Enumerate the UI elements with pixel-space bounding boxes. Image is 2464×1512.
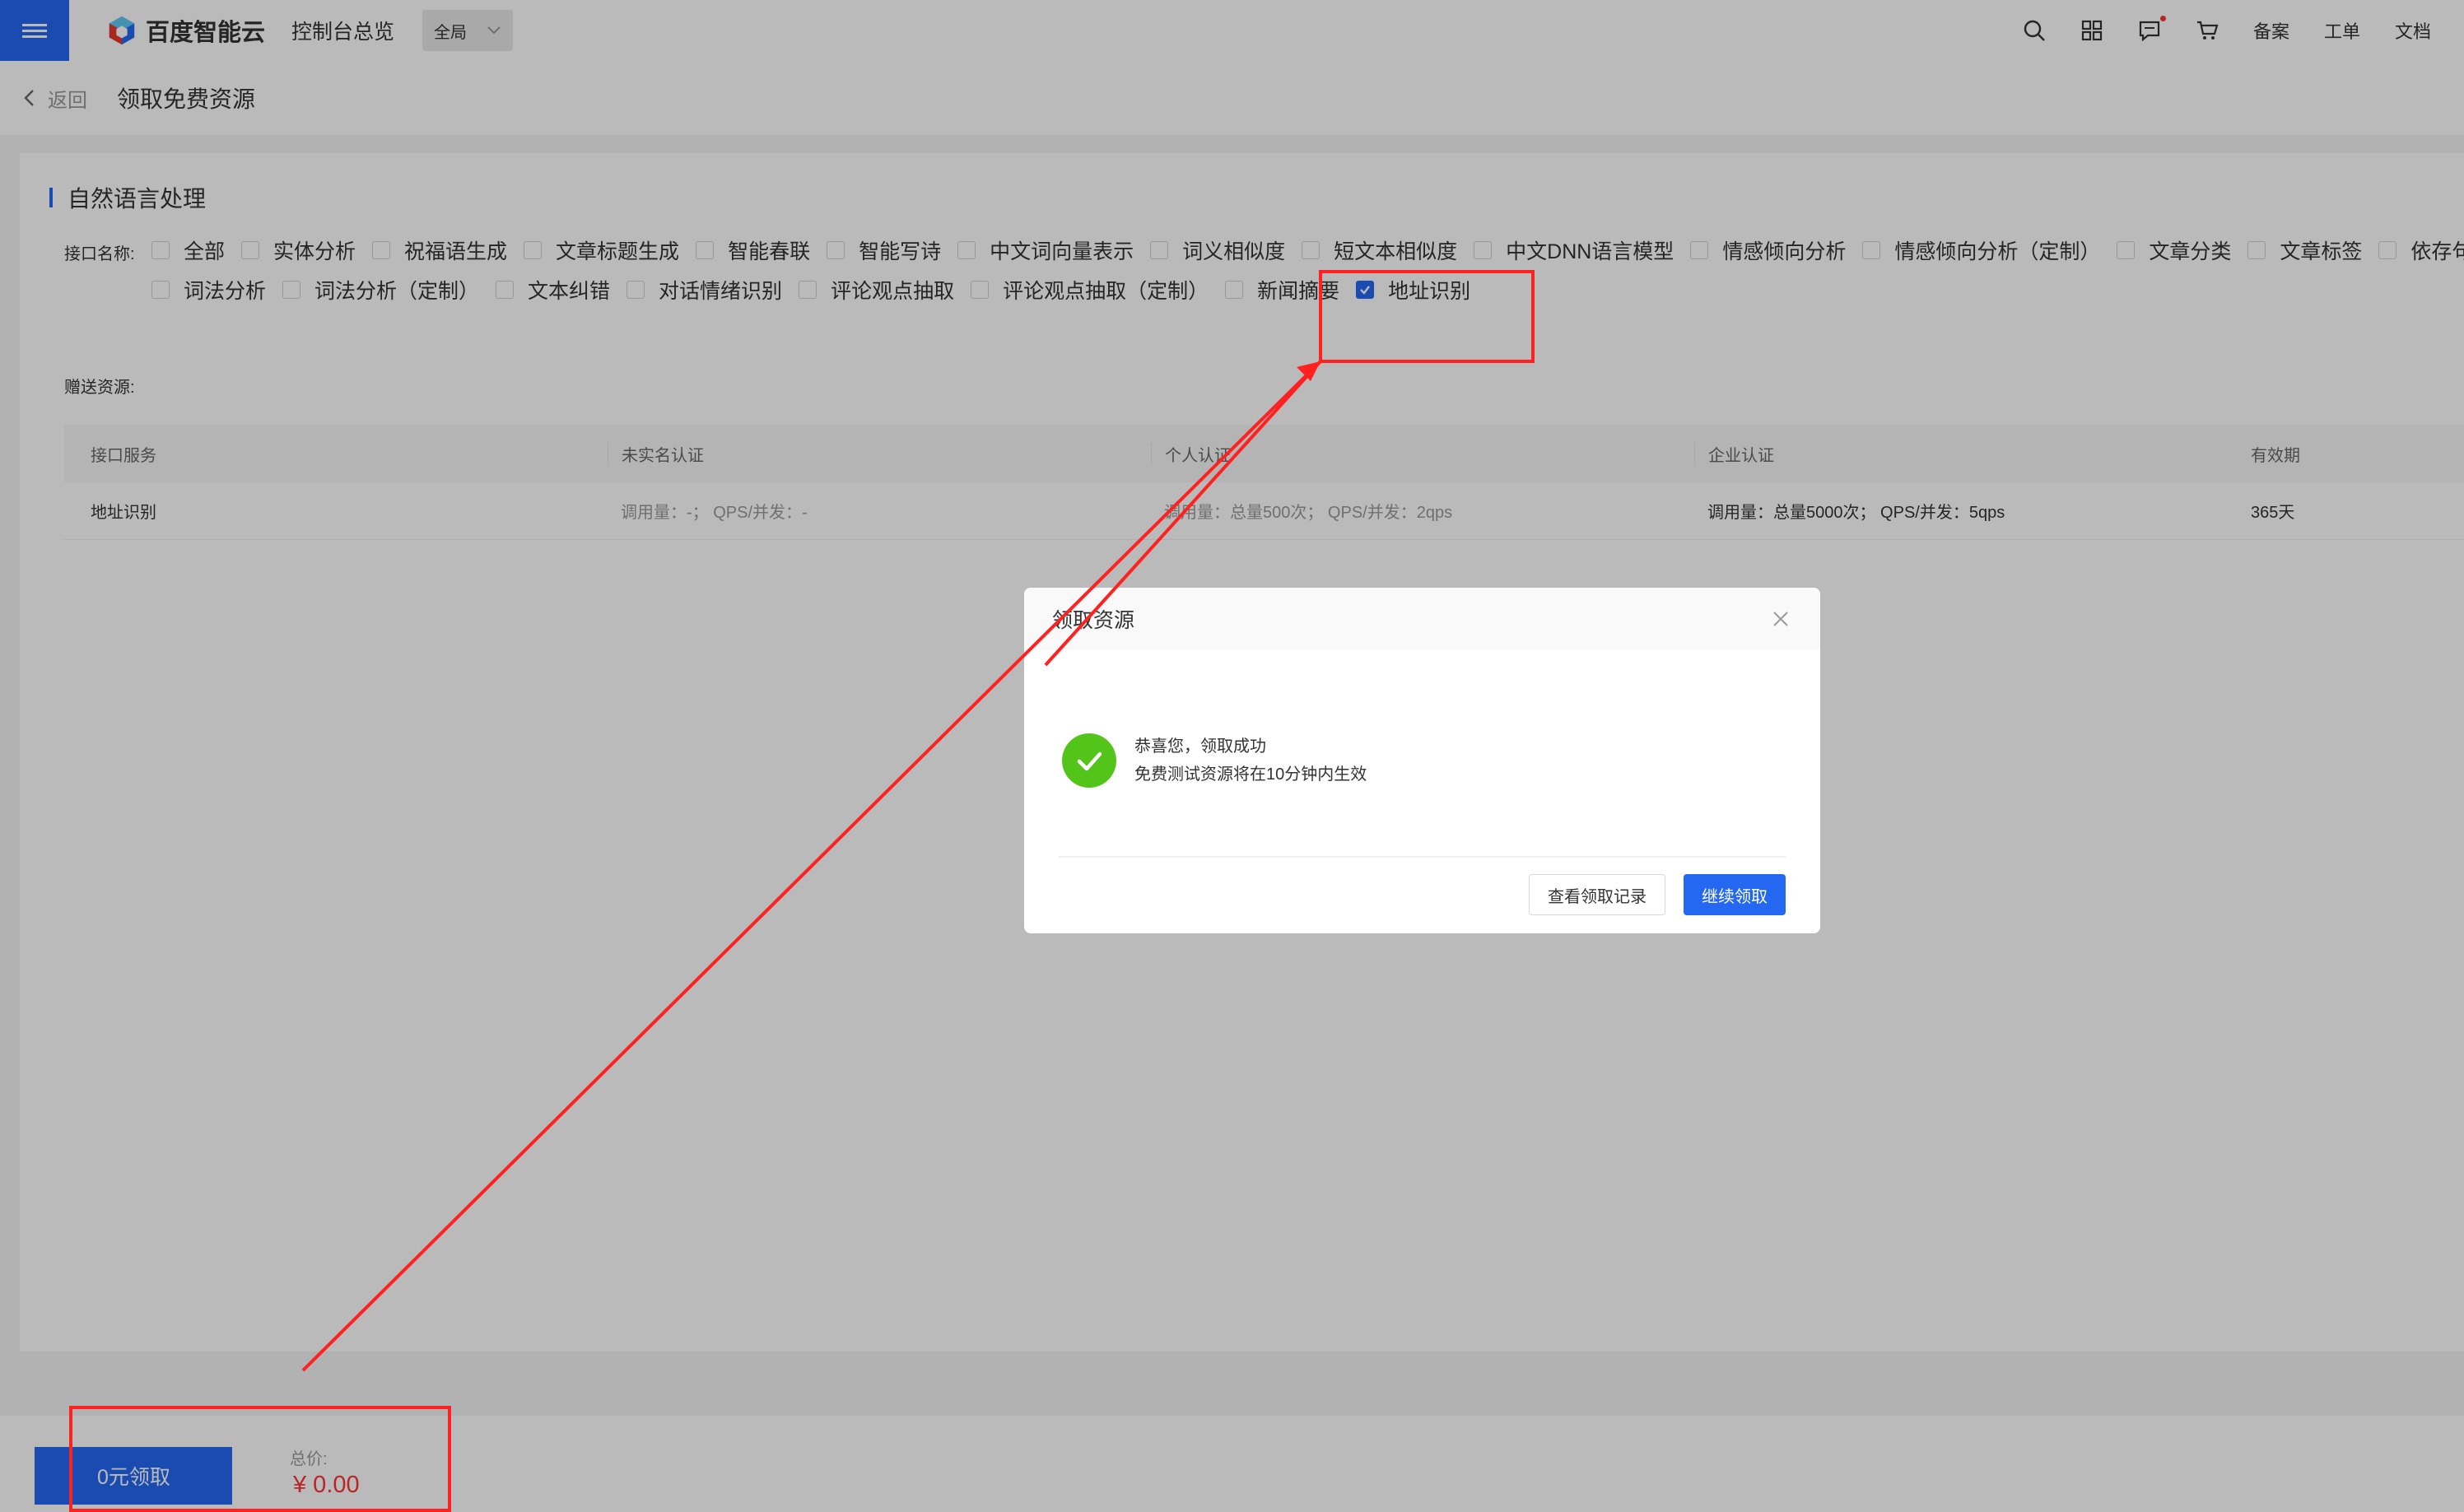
close-icon[interactable]	[1772, 611, 1789, 627]
success-check-icon	[1062, 733, 1116, 788]
dialog-title: 领取资源	[1052, 609, 1135, 632]
claim-success-dialog: 领取资源 恭喜您，领取成功 免费测试资源将在10分钟内生效 查看领取记录 继续领…	[1024, 588, 1820, 933]
dialog-divider	[1059, 856, 1786, 858]
dialog-header: 领取资源	[1024, 588, 1820, 650]
dialog-body: 恭喜您，领取成功 免费测试资源将在10分钟内生效	[1062, 733, 1367, 789]
view-records-button[interactable]: 查看领取记录	[1529, 874, 1665, 915]
dialog-message: 恭喜您，领取成功 免费测试资源将在10分钟内生效	[1134, 733, 1367, 789]
continue-claim-button[interactable]: 继续领取	[1684, 874, 1786, 915]
effect-time-message: 免费测试资源将在10分钟内生效	[1134, 765, 1367, 784]
success-message: 恭喜您，领取成功	[1134, 737, 1266, 756]
